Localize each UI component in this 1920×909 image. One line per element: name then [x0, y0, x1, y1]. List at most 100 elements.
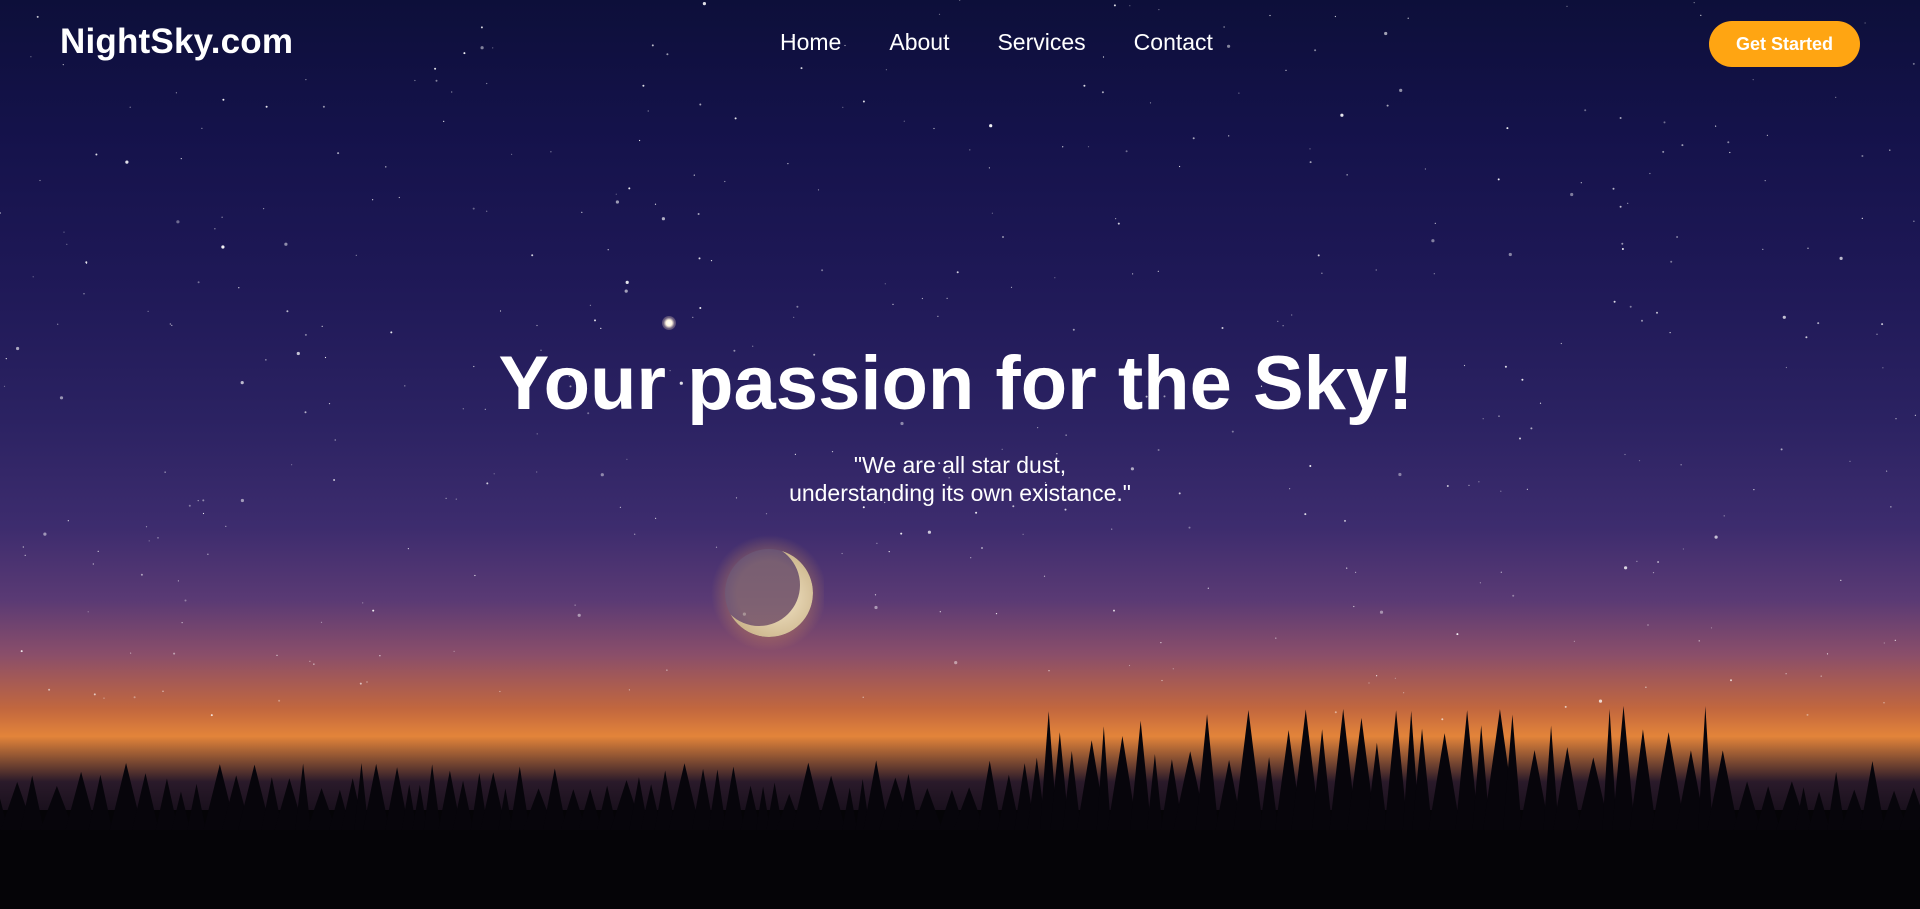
- star: [734, 117, 737, 120]
- star: [1715, 125, 1717, 127]
- star: [1456, 633, 1459, 636]
- star: [1022, 533, 1024, 535]
- star: [577, 613, 581, 617]
- star: [1613, 300, 1616, 303]
- star: [1064, 508, 1067, 511]
- tree: [132, 773, 159, 830]
- star: [900, 532, 903, 535]
- tree: [1129, 720, 1152, 830]
- nav-link-home[interactable]: Home: [780, 29, 841, 56]
- star: [1645, 686, 1647, 688]
- star: [66, 243, 68, 245]
- star: [699, 307, 702, 309]
- star: [1619, 205, 1622, 208]
- star: [140, 573, 143, 576]
- star: [1282, 325, 1284, 327]
- star: [1662, 150, 1665, 153]
- tree: [1859, 761, 1885, 830]
- star: [1379, 610, 1384, 614]
- tree: [1233, 710, 1264, 830]
- star: [1621, 248, 1624, 250]
- star: [1876, 333, 1878, 335]
- star: [1291, 314, 1293, 316]
- tree: [1428, 733, 1461, 830]
- nav-link-about[interactable]: About: [889, 29, 949, 56]
- tree: [1827, 771, 1846, 830]
- star: [1355, 571, 1357, 574]
- star: [884, 283, 886, 285]
- star: [263, 208, 265, 210]
- star: [63, 231, 65, 233]
- star: [334, 439, 336, 441]
- star: [1228, 135, 1230, 137]
- star: [1894, 639, 1896, 641]
- nav-link-contact[interactable]: Contact: [1134, 29, 1213, 56]
- star: [362, 602, 364, 604]
- star: [385, 166, 387, 168]
- star: [1649, 172, 1651, 175]
- star: [451, 91, 453, 93]
- star: [372, 199, 374, 201]
- tree: [1707, 750, 1739, 830]
- star: [197, 281, 200, 284]
- star: [1054, 277, 1056, 279]
- tree: [708, 769, 727, 830]
- star: [697, 213, 700, 215]
- star: [20, 650, 23, 653]
- star: [202, 512, 205, 515]
- crescent-moon-icon: [711, 535, 824, 651]
- star: [1072, 328, 1075, 331]
- star: [320, 621, 323, 623]
- star: [1730, 679, 1732, 682]
- star: [238, 287, 240, 289]
- star: [876, 542, 878, 544]
- star: [536, 433, 538, 435]
- star: [1805, 336, 1808, 339]
- star: [1497, 178, 1500, 181]
- star: [1353, 605, 1355, 608]
- star: [921, 297, 924, 300]
- star: [946, 297, 948, 299]
- tree: [1146, 754, 1163, 830]
- nav-link-services[interactable]: Services: [997, 29, 1085, 56]
- star: [841, 552, 843, 555]
- star: [181, 622, 183, 624]
- star: [874, 594, 877, 596]
- tree: [1612, 705, 1635, 830]
- star: [1188, 526, 1191, 529]
- star: [1861, 217, 1863, 219]
- star: [176, 220, 180, 224]
- star: [366, 681, 368, 683]
- star: [1179, 165, 1181, 168]
- star: [698, 257, 701, 260]
- star: [1861, 155, 1864, 157]
- star: [1434, 222, 1436, 224]
- star: [589, 304, 592, 306]
- hero-headline: Your passion for the Sky!: [498, 341, 1414, 426]
- star: [97, 550, 99, 553]
- star: [103, 697, 105, 699]
- star: [634, 533, 636, 535]
- star: [1584, 109, 1587, 112]
- star: [177, 580, 179, 582]
- star: [970, 557, 972, 559]
- site-logo[interactable]: NightSky.com: [60, 22, 293, 62]
- quote-line-1: "We are all star dust,: [853, 452, 1067, 478]
- star: [337, 152, 340, 155]
- star: [1839, 256, 1843, 260]
- tree: [1195, 714, 1219, 830]
- get-started-button[interactable]: Get Started: [1709, 21, 1860, 67]
- star: [22, 546, 24, 548]
- star: [453, 650, 455, 653]
- star: [1621, 242, 1624, 245]
- star: [1346, 174, 1348, 176]
- star: [888, 551, 890, 553]
- star: [625, 280, 629, 284]
- star: [1132, 273, 1134, 275]
- star: [32, 276, 34, 278]
- star: [1657, 561, 1660, 563]
- star: [1125, 150, 1128, 153]
- star: [169, 323, 171, 325]
- star: [1835, 96, 1837, 98]
- star: [661, 217, 666, 221]
